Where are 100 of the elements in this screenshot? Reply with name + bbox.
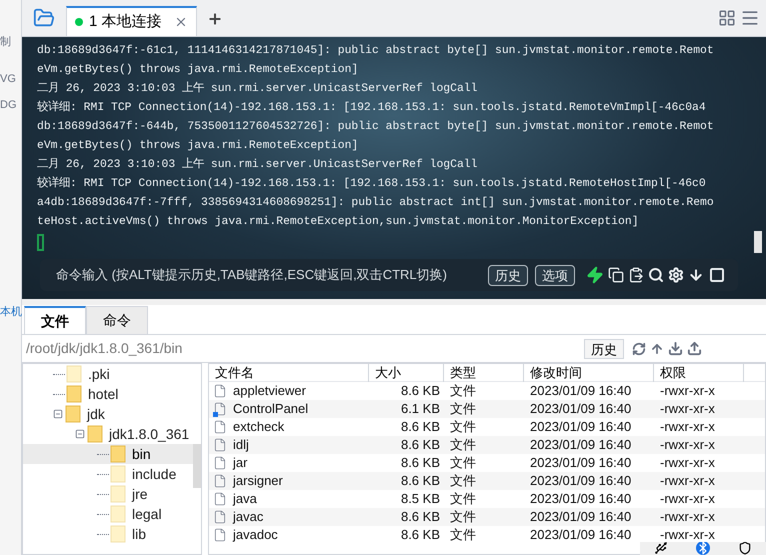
- search-icon[interactable]: [648, 267, 664, 283]
- file-icon: [213, 491, 227, 507]
- tree-row[interactable]: legal: [23, 504, 193, 524]
- folder-name: jre: [132, 484, 148, 504]
- table-cell-text: 文件: [449, 436, 477, 454]
- table-cell-text: 文件: [449, 454, 477, 472]
- panel-tab[interactable]: 文件: [24, 306, 86, 334]
- terminal-line: eVm.getBytes() throws java.rmi.RemoteException]: [37, 62, 358, 78]
- terminal-line: eVm.getBytes() throws java.rmi.RemoteException]: [37, 138, 358, 154]
- add-tab-icon[interactable]: [206, 11, 223, 27]
- file-icon: [213, 419, 227, 435]
- table-cell-text: 2023/01/09 16:40: [529, 472, 632, 490]
- folder-icon[interactable]: [32, 7, 56, 29]
- path-text[interactable]: /root/jdk/jdk1.8.0_361/bin: [26, 338, 584, 359]
- folder-name: jdk1.8.0_361: [109, 424, 190, 444]
- folder-icon: [87, 425, 103, 443]
- settings-icon[interactable]: [668, 267, 684, 283]
- table-cell-text: extcheck: [233, 418, 284, 436]
- up-icon[interactable]: [650, 342, 664, 356]
- file-icon: [213, 473, 227, 489]
- table-cell-text: jarsigner: [233, 472, 283, 490]
- table-cell-text: 8.6 KB: [400, 454, 441, 472]
- file-row[interactable]: ControlPanel 6.1 KB 文件 2023/01/09 16:40 -rwxr-xr-x: [209, 400, 765, 418]
- table-cell-text: 文件: [449, 490, 477, 508]
- toolbar-button[interactable]: 选项: [535, 264, 575, 286]
- table-cell-text: 2023/01/09 16:40: [529, 508, 632, 526]
- table-cell-text: ControlPanel: [233, 400, 308, 418]
- file-row[interactable]: javac 8.6 KB 文件 2023/01/09 16:40 -rwxr-xr-x: [209, 508, 765, 526]
- table-cell-text: 2023/01/09 16:40: [529, 400, 632, 418]
- table-cell-text: 8.6 KB: [400, 472, 441, 490]
- tree-row[interactable]: lib: [23, 524, 193, 544]
- table-cell-text: 8.5 KB: [400, 490, 441, 508]
- toolbar-button[interactable]: 历史: [488, 264, 528, 286]
- tree-row[interactable]: bin: [23, 444, 193, 464]
- table-cell-text: 2023/01/09 16:40: [529, 526, 632, 544]
- panel-tab[interactable]: 命令: [86, 306, 148, 334]
- history-button[interactable]: 历史: [584, 338, 624, 358]
- arrow-down-icon[interactable]: [688, 267, 704, 283]
- fragment-text: 本机: [0, 304, 22, 320]
- table-cell-text: 文件: [449, 508, 477, 526]
- folder-icon: [110, 525, 126, 543]
- folder-icon: [110, 485, 126, 503]
- tree-row[interactable]: hotel: [23, 384, 193, 404]
- command-input[interactable]: 命令输入 (按ALT键提示历史,TAB键路径,ESC键返回,双击CTRL切换): [56, 265, 484, 285]
- file-row[interactable]: idlj 8.6 KB 文件 2023/01/09 16:40 -rwxr-xr-x: [209, 436, 765, 454]
- collapse-icon[interactable]: [75, 429, 85, 439]
- bluetooth-icon[interactable]: [696, 542, 710, 555]
- refresh-icon[interactable]: [632, 342, 646, 356]
- folder-icon: [66, 385, 82, 403]
- paste-icon[interactable]: [628, 267, 644, 283]
- folder-icon: [110, 465, 126, 483]
- table-cell-text: 文件: [449, 418, 477, 436]
- folder-name: jdk: [87, 404, 105, 424]
- folder-icon: [65, 405, 81, 423]
- copy-icon[interactable]: [608, 267, 624, 283]
- table-cell-text: -rwxr-xr-x: [659, 490, 716, 508]
- fragment-text: DG: [0, 98, 16, 113]
- table-cell-text: 文件: [449, 526, 477, 544]
- file-row[interactable]: jarsigner 8.6 KB 文件 2023/01/09 16:40 -rwxr-xr-x: [209, 472, 765, 490]
- table-cell-text: 2023/01/09 16:40: [529, 418, 632, 436]
- folder-name: .pki: [88, 364, 110, 384]
- grid-icon[interactable]: [718, 9, 736, 27]
- scrollbar-thumb[interactable]: [754, 231, 762, 253]
- session-tab[interactable]: 1 本地连接: [66, 6, 197, 36]
- tree-row[interactable]: jre: [23, 484, 193, 504]
- folder-name: include: [132, 464, 176, 484]
- download-icon[interactable]: [668, 341, 683, 356]
- collapse-icon[interactable]: [53, 409, 63, 419]
- table-cell-text: -rwxr-xr-x: [659, 418, 716, 436]
- shield-icon[interactable]: [738, 542, 752, 555]
- table-cell-text: jar: [233, 454, 248, 472]
- table-cell-text: 2023/01/09 16:40: [529, 490, 632, 508]
- lightning-icon[interactable]: [586, 266, 604, 284]
- table-cell-text: appletviewer: [233, 382, 306, 400]
- file-icon: [213, 527, 227, 543]
- table-cell-text: 2023/01/09 16:40: [529, 436, 632, 454]
- tree-row[interactable]: include: [23, 464, 193, 484]
- terminal-line: 二月 26, 2023 3:10:03 上午 sun.rmi.server.UnicastServerRef logCall: [37, 156, 478, 173]
- tree-row[interactable]: jdk: [23, 404, 193, 424]
- terminal-line: 较详细: RMI TCP Connection(14)-192.168.153.1: [192.168.153.1: sun.tools.jstatd.RemoteVmImpl[-46c0a4: [37, 99, 706, 116]
- tree-row[interactable]: jdk1.8.0_361: [23, 424, 193, 444]
- table-cell-text: 8.6 KB: [400, 382, 441, 400]
- folder-name: hotel: [88, 384, 118, 404]
- tree-row[interactable]: .pki: [23, 364, 193, 384]
- table-cell-text: 2023/01/09 16:40: [529, 382, 632, 400]
- file-icon: [213, 509, 227, 525]
- scrollbar-thumb[interactable]: [193, 444, 201, 488]
- folder-icon: [110, 445, 126, 463]
- table-cell-text: 6.1 KB: [400, 400, 441, 418]
- table-cell-text: -rwxr-xr-x: [659, 472, 716, 490]
- terminal-line: 二月 26, 2023 3:10:03 上午 sun.rmi.server.UnicastServerRef logCall: [37, 80, 478, 97]
- terminal-line: db:18689d3647f:-644b, 7535001127604532726]: public abstract byte[] sun.jvmstat.monitor.remote.Remot: [37, 120, 714, 135]
- table-cell-text: 文件: [449, 382, 477, 400]
- terminal-line: teHost.activeVms() throws java.rmi.RemoteException,sun.jvmstat.monitor.MonitorException]: [37, 214, 639, 230]
- usb-icon[interactable]: [654, 542, 668, 555]
- window-icon[interactable]: [708, 267, 726, 283]
- table-cell-text: 2023/01/09 16:40: [529, 454, 632, 472]
- table-cell-text: javac: [233, 508, 264, 526]
- upload-icon[interactable]: [687, 341, 702, 356]
- file-icon: [213, 455, 227, 471]
